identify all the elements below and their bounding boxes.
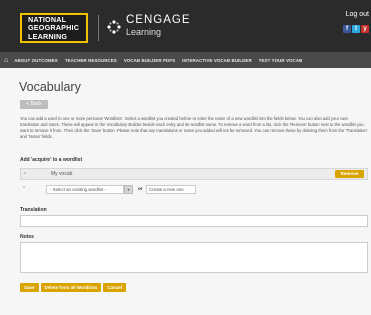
remove-button[interactable]: Remove (335, 170, 364, 178)
new-wordlist-row: ▫ - Select an existing wordlist - ▾ or C… (20, 183, 368, 196)
nav-item-about-outcomes[interactable]: ABOUT OUTCOMES (14, 58, 58, 63)
wordlist-select[interactable]: - Select an existing wordlist - (46, 185, 124, 194)
cengage-logo-icon (107, 20, 121, 34)
social-links: f t y (343, 25, 369, 33)
cengage-logo[interactable]: CENGAGE Learning (126, 13, 191, 38)
checkbox-icon[interactable]: ▫ (24, 171, 26, 177)
nav-item-test-your-vocab[interactable]: TEST YOUR VOCAB (259, 58, 303, 63)
form-actions: Save Delete from all Wordlists Cancel (20, 283, 126, 292)
new-wordlist-input[interactable]: Create a new one (146, 185, 196, 194)
logout-link[interactable]: Log out (346, 11, 369, 18)
national-geographic-logo[interactable]: NATIONAL GEOGRAPHIC LEARNING (20, 13, 88, 43)
home-icon[interactable]: ⌂ (4, 57, 8, 64)
chevron-down-icon[interactable]: ▾ (124, 185, 133, 194)
translation-label: Translation (20, 207, 47, 213)
twitter-icon[interactable]: t (352, 25, 360, 33)
page-title: Vocabulary (19, 80, 81, 94)
add-to-wordlist-label: Add 'acquire' to a wordlist (20, 157, 83, 163)
notes-label: Notes (20, 234, 34, 240)
site-header: NATIONAL GEOGRAPHIC LEARNING CENGAGE Lea… (0, 0, 371, 52)
logo-divider (98, 15, 99, 41)
facebook-icon[interactable]: f (343, 25, 351, 33)
nav-item-interactive-vocab-builder[interactable]: INTERACTIVE VOCAB BUILDER (182, 58, 252, 63)
existing-wordlist-row: ▫ My vocab Remove (20, 168, 368, 180)
main-nav: ⌂ ABOUT OUTCOMES TEACHER RESOURCES VOCAB… (0, 52, 371, 68)
back-button[interactable]: < Back (20, 100, 48, 109)
nav-item-vocab-builder-pdfs[interactable]: VOCAB BUILDER PDFS (124, 58, 175, 63)
delete-from-all-wordlists-button[interactable]: Delete from all Wordlists (40, 283, 102, 292)
page-description: You can add a word to one or more person… (20, 116, 368, 139)
notes-field[interactable] (20, 242, 368, 273)
translation-field[interactable] (20, 215, 368, 227)
youtube-icon[interactable]: y (361, 25, 369, 33)
cengage-tagline: Learning (126, 27, 162, 37)
wordlist-name: My vocab (51, 171, 73, 177)
cengage-name: CENGAGE (126, 14, 191, 26)
main-content: Vocabulary < Back You can add a word to … (0, 68, 371, 315)
cancel-button[interactable]: Cancel (103, 283, 126, 292)
or-label: or (138, 186, 143, 191)
checkbox-icon[interactable]: ▫ (23, 185, 25, 191)
nav-item-teacher-resources[interactable]: TEACHER RESOURCES (65, 58, 117, 63)
save-button[interactable]: Save (20, 283, 39, 292)
ng-logo-line-3: LEARNING (28, 31, 68, 41)
